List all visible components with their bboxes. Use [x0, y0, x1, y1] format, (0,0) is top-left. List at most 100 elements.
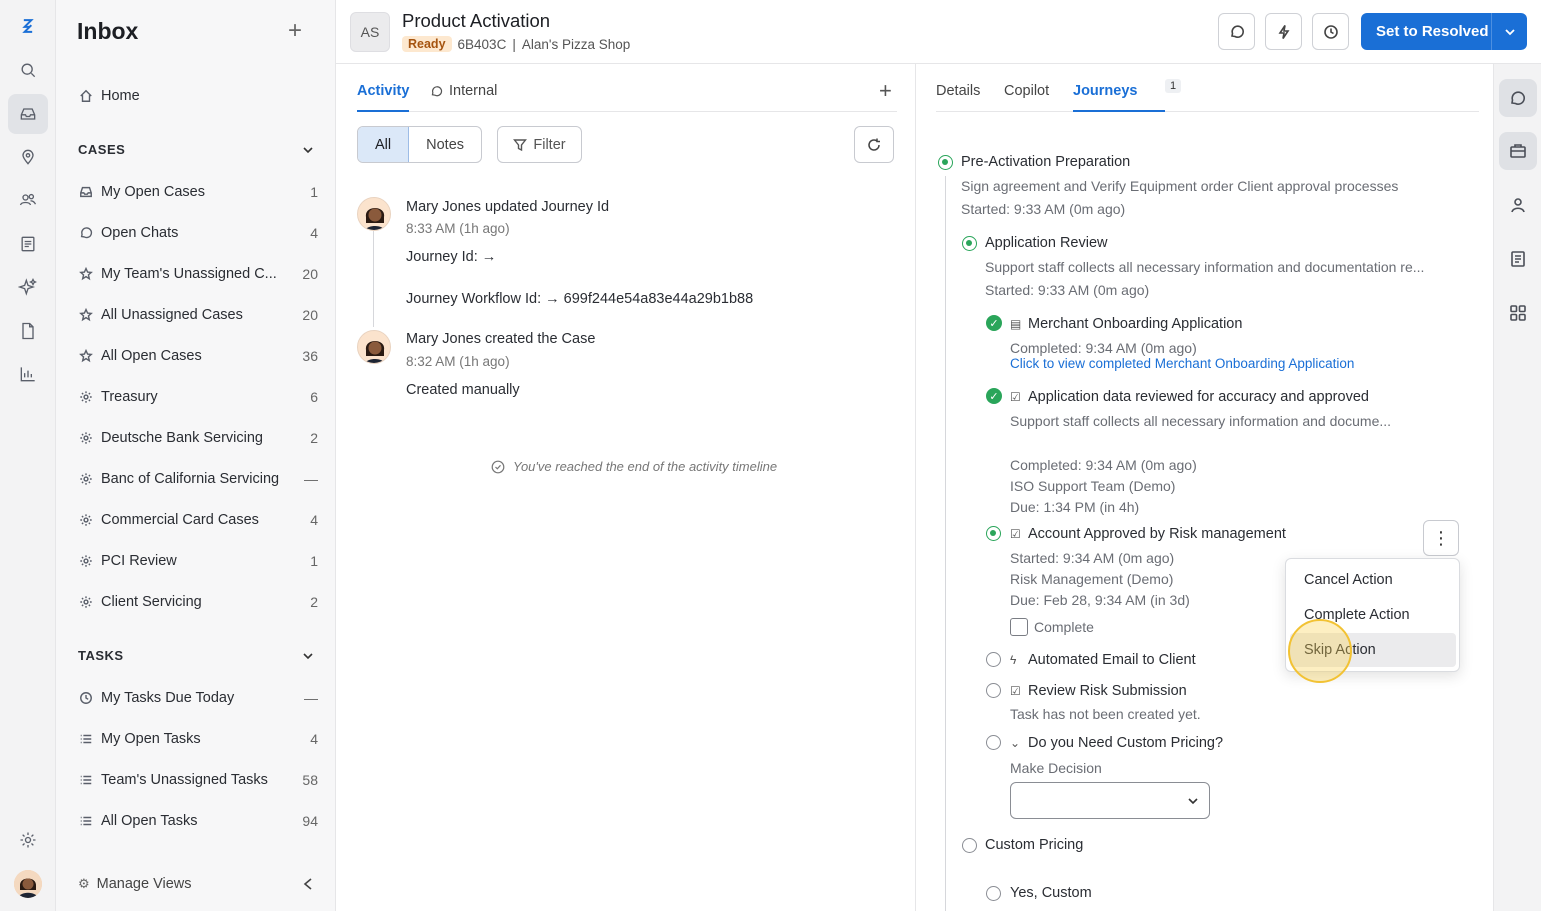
author-avatar [357, 197, 391, 231]
sidebar-item-my-team-s-unassigned-c[interactable]: My Team's Unassigned C... 20 [70, 258, 318, 290]
briefcase-icon[interactable] [1499, 132, 1537, 170]
collapse-sidebar-icon[interactable] [302, 877, 314, 891]
sidebar-item-treasury[interactable]: Treasury 6 [70, 381, 318, 413]
task-check-icon: ☑ [1010, 684, 1021, 698]
user-avatar[interactable] [14, 870, 42, 898]
sidebar-item-count: 1 [310, 184, 318, 200]
search-icon[interactable] [8, 50, 48, 90]
activity-entry-line: Journey Id: → [406, 249, 497, 265]
action-due: Due: 1:34 PM (in 4h) [1010, 499, 1140, 515]
sidebar-item-team-s-unassigned-tasks[interactable]: Team's Unassigned Tasks 58 [70, 764, 318, 796]
tab-copilot[interactable]: Copilot [1004, 83, 1049, 99]
action-completed: Completed: 9:34 AM (0m ago) [1010, 457, 1197, 473]
author-avatar [357, 330, 391, 364]
sidebar-item-banc-of-california-servicing[interactable]: Banc of California Servicing — [70, 463, 318, 495]
action-custom-pricing-decision[interactable]: ⌄ Do you Need Custom Pricing? [1010, 735, 1223, 751]
cases-section-header[interactable]: CASES [78, 142, 314, 157]
list-icon [78, 814, 94, 828]
resolve-dropdown-toggle[interactable] [1491, 13, 1527, 50]
sidebar-item-client-servicing[interactable]: Client Servicing 2 [70, 586, 318, 618]
sidebar-item-count: 4 [310, 512, 318, 528]
chat-button[interactable] [1218, 13, 1255, 50]
action-application-data-reviewed[interactable]: ☑ Application data reviewed for accuracy … [1010, 389, 1369, 405]
set-to-resolved-button[interactable]: Set to Resolved [1361, 13, 1527, 50]
notes-icon[interactable] [1499, 240, 1537, 278]
case-meta: Ready 6B403C | Alan's Pizza Shop [402, 36, 630, 52]
end-note-text: You've reached the end of the activity t… [513, 459, 778, 474]
tab-journeys[interactable]: Journeys [1073, 83, 1137, 99]
refresh-icon [868, 138, 880, 151]
automation-button[interactable] [1265, 13, 1302, 50]
sidebar-item-deutsche-bank-servicing[interactable]: Deutsche Bank Servicing 2 [70, 422, 318, 454]
check-circle-icon [491, 460, 505, 473]
tab-details[interactable]: Details [936, 83, 980, 99]
sidebar-item-my-tasks-due-today[interactable]: My Tasks Due Today — [70, 682, 318, 714]
activity-entry-title: Mary Jones updated Journey Id [406, 199, 610, 215]
filter-button[interactable]: Filter [497, 126, 582, 163]
tab-activity[interactable]: Activity [357, 83, 409, 99]
action-title: Review Risk Submission [1028, 683, 1187, 699]
sidebar-item-open-chats[interactable]: Open Chats 4 [70, 217, 318, 249]
sidebar-item-label: Deutsche Bank Servicing [101, 430, 263, 446]
sidebar-item-count: 2 [310, 594, 318, 610]
sidebar-item-my-open-cases[interactable]: My Open Cases 1 [70, 176, 318, 208]
logo-icon[interactable] [8, 6, 48, 46]
sidebar-item-label: Team's Unassigned Tasks [101, 772, 268, 788]
gear-icon [78, 431, 94, 445]
conversations-icon[interactable] [1499, 79, 1537, 117]
add-view-button[interactable]: + [284, 19, 306, 43]
settings-icon[interactable] [8, 820, 48, 860]
decision-select[interactable] [1010, 782, 1210, 819]
complete-checkbox[interactable] [1010, 618, 1028, 636]
tab-internal[interactable]: Internal [430, 83, 497, 99]
location-icon[interactable] [8, 137, 48, 177]
clock-icon [1323, 24, 1338, 39]
tasks-section-header[interactable]: TASKS [78, 648, 314, 663]
sidebar-item-label: Commercial Card Cases [101, 512, 259, 528]
sidebar-item-label: Banc of California Servicing [101, 471, 280, 487]
menu-cancel-action[interactable]: Cancel Action [1290, 563, 1456, 597]
star-icon [78, 267, 94, 281]
document-icon[interactable] [8, 224, 48, 264]
refresh-button[interactable] [854, 126, 894, 163]
sidebar-item-pci-review[interactable]: PCI Review 1 [70, 545, 318, 577]
timeline-connector [373, 231, 374, 327]
step-title: Application Review [985, 235, 1108, 251]
apps-grid-icon[interactable] [1499, 294, 1537, 332]
action-review-risk-submission[interactable]: ☑ Review Risk Submission [1010, 683, 1187, 699]
segment-notes[interactable]: Notes [409, 127, 481, 162]
chat-icon [78, 226, 94, 240]
filter-icon [513, 138, 528, 151]
person-icon[interactable] [1499, 186, 1537, 224]
inbox-icon[interactable] [8, 94, 48, 134]
customer-name[interactable]: Alan's Pizza Shop [522, 37, 630, 52]
chart-icon[interactable] [8, 354, 48, 394]
sidebar-item-label: All Open Tasks [101, 813, 198, 829]
people-icon[interactable] [8, 180, 48, 220]
action-merchant-onboarding[interactable]: ▤ Merchant Onboarding Application [1010, 316, 1242, 332]
action-note: Task has not been created yet. [1010, 706, 1201, 722]
manage-views[interactable]: ⚙ Manage Views [78, 876, 314, 892]
resolve-label: Set to Resolved [1376, 23, 1489, 40]
file-icon[interactable] [8, 311, 48, 351]
cases-heading: CASES [78, 142, 126, 157]
history-button[interactable] [1312, 13, 1349, 50]
tab-internal-label: Internal [449, 83, 498, 99]
action-more-menu-button[interactable]: ⋮ [1423, 520, 1459, 556]
chevron-down-icon [1504, 28, 1515, 35]
sidebar-item-commercial-card-cases[interactable]: Commercial Card Cases 4 [70, 504, 318, 536]
sparkle-icon[interactable] [8, 267, 48, 307]
action-account-approved[interactable]: ☑ Account Approved by Risk management [1010, 526, 1286, 542]
sidebar-item-home[interactable]: Home [70, 80, 318, 112]
sidebar-item-all-open-cases[interactable]: All Open Cases 36 [70, 340, 318, 372]
add-activity-button[interactable]: + [879, 78, 892, 104]
sidebar-item-all-unassigned-cases[interactable]: All Unassigned Cases 20 [70, 299, 318, 331]
sidebar-item-count: 58 [302, 772, 318, 788]
action-automated-email[interactable]: ϟ Automated Email to Client [1010, 652, 1196, 668]
sidebar-item-my-open-tasks[interactable]: My Open Tasks 4 [70, 723, 318, 755]
step-started: Started: 9:33 AM (0m ago) [985, 282, 1150, 298]
view-application-link[interactable]: Click to view completed Merchant Onboard… [1010, 356, 1354, 371]
gear-icon [78, 513, 94, 527]
segment-all[interactable]: All [358, 127, 410, 162]
sidebar-item-all-open-tasks[interactable]: All Open Tasks 94 [70, 805, 318, 837]
